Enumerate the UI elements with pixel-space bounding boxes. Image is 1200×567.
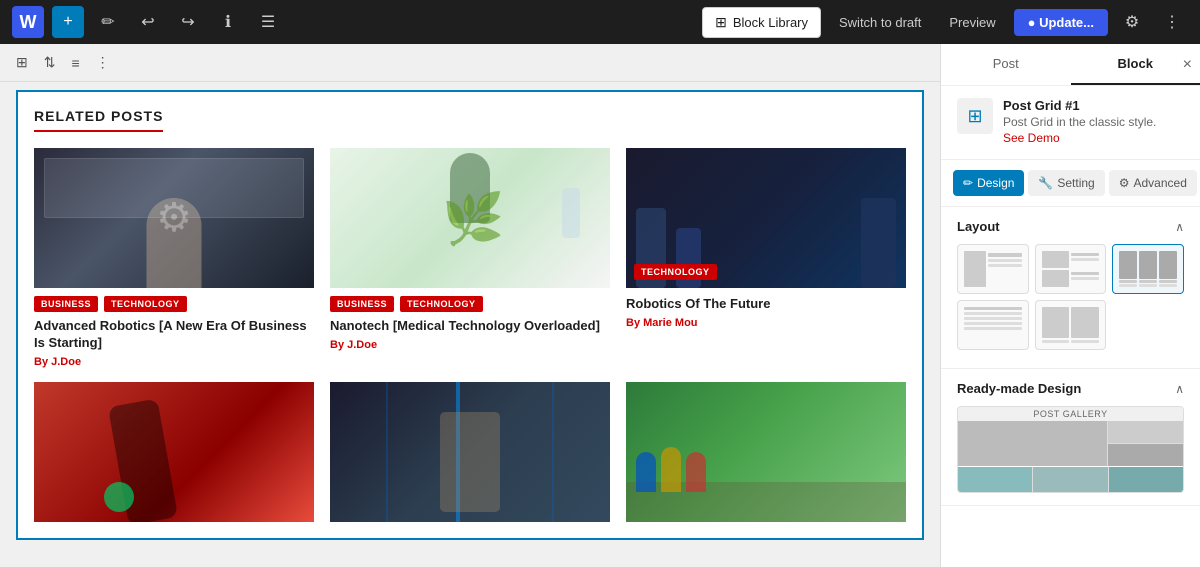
- post-author-1: By J.Doe: [34, 356, 314, 368]
- tag-technology-2[interactable]: TECHNOLOGY: [400, 296, 483, 312]
- post-card-1: BUSINESS TECHNOLOGY Advanced Robotics [A…: [34, 148, 314, 368]
- post-image-4: [34, 382, 314, 522]
- preview-button[interactable]: Preview: [939, 9, 1005, 36]
- post-grid-block: RELATED POSTS BUSINESS TECHNOLOGY Advanc…: [16, 90, 924, 540]
- editor-area: ⊞ ⇅ ≡ ⋮ RELATED POSTS BUSINESS: [0, 44, 940, 567]
- post-title-3: Robotics Of The Future: [626, 296, 906, 313]
- block-grid-icon-button[interactable]: ⊞: [12, 50, 32, 75]
- layout-title: Layout: [957, 219, 1000, 234]
- setting-icon: 🔧: [1038, 176, 1053, 190]
- post-grid-icon: ⊞: [967, 106, 982, 127]
- block-library-icon: ⊞: [715, 14, 727, 31]
- block-dots-button[interactable]: ⋮: [92, 50, 114, 75]
- see-demo-link[interactable]: See Demo: [1003, 131, 1060, 145]
- post-card-2: BUSINESS TECHNOLOGY Nanotech [Medical Te…: [330, 148, 610, 368]
- post-card-5: [330, 382, 610, 522]
- block-name: Post Grid #1: [1003, 98, 1156, 113]
- post-image-5: [330, 382, 610, 522]
- block-info-text: Post Grid #1 Post Grid in the classic st…: [1003, 98, 1156, 147]
- sidebar-close-button[interactable]: ×: [1183, 56, 1192, 74]
- ready-made-label: POST GALLERY: [958, 407, 1183, 421]
- layout-option-2[interactable]: [1035, 244, 1107, 294]
- tag-technology-1[interactable]: TECHNOLOGY: [104, 296, 187, 312]
- block-arrows-button[interactable]: ⇅: [40, 50, 60, 75]
- block-description: Post Grid in the classic style.: [1003, 115, 1156, 129]
- pen-button[interactable]: ✏: [92, 6, 124, 38]
- post-image-6: [626, 382, 906, 522]
- advanced-tab[interactable]: ⚙ Advanced: [1109, 170, 1197, 196]
- layout-options-row2: [957, 300, 1184, 350]
- layout-option-1[interactable]: [957, 244, 1029, 294]
- post-card-3: TECHNOLOGY Robotics Of The Future By Mar…: [626, 148, 906, 368]
- ready-made-chevron-icon: ∧: [1175, 382, 1184, 396]
- setting-tab[interactable]: 🔧 Setting: [1028, 170, 1104, 196]
- block-toolbar: ⊞ ⇅ ≡ ⋮: [0, 44, 940, 82]
- ready-made-header: Ready-made Design ∧: [957, 381, 1184, 396]
- design-tab[interactable]: ✏ Design: [953, 170, 1024, 196]
- ready-made-section: Ready-made Design ∧ POST GALLERY: [941, 369, 1200, 506]
- block-icon-wrapper: ⊞: [957, 98, 993, 134]
- switch-draft-button[interactable]: Switch to draft: [829, 9, 931, 36]
- post-tags-1: BUSINESS TECHNOLOGY: [34, 296, 314, 312]
- layout-option-3[interactable]: [1112, 244, 1184, 294]
- tag-business-2[interactable]: BUSINESS: [330, 296, 394, 312]
- main-toolbar: W + ✏ ↩ ↪ ℹ ☰ ⊞ Block Library Switch to …: [0, 0, 1200, 44]
- ready-made-title: Ready-made Design: [957, 381, 1081, 396]
- panel-tabs: ✏ Design 🔧 Setting ⚙ Advanced: [941, 160, 1200, 207]
- list-view-button[interactable]: ☰: [252, 6, 284, 38]
- layout-option-4[interactable]: [957, 300, 1029, 350]
- ready-made-preview[interactable]: POST GALLERY: [957, 406, 1184, 493]
- advanced-icon: ⚙: [1119, 176, 1130, 190]
- tag-business-1[interactable]: BUSINESS: [34, 296, 98, 312]
- layout-options-row1: [957, 244, 1184, 294]
- right-sidebar: Post Block × ⊞ Post Grid #1 Post Grid in…: [940, 44, 1200, 567]
- redo-button[interactable]: ↪: [172, 6, 204, 38]
- posts-grid-row2: [34, 382, 906, 522]
- section-title: RELATED POSTS: [34, 108, 163, 132]
- tag-overlay-3: TECHNOLOGY: [626, 256, 725, 288]
- block-hamburger-button[interactable]: ≡: [67, 51, 83, 75]
- add-block-button[interactable]: +: [52, 6, 84, 38]
- layout-option-5[interactable]: [1035, 300, 1107, 350]
- post-card-6: [626, 382, 906, 522]
- post-title-2: Nanotech [Medical Technology Overloaded]: [330, 318, 610, 335]
- more-options-button[interactable]: ⋮: [1156, 6, 1188, 38]
- tab-post[interactable]: Post: [941, 44, 1071, 85]
- posts-grid: BUSINESS TECHNOLOGY Advanced Robotics [A…: [34, 148, 906, 368]
- wp-logo[interactable]: W: [12, 6, 44, 38]
- post-image-3: TECHNOLOGY: [626, 148, 906, 288]
- block-library-button[interactable]: ⊞ Block Library: [702, 7, 821, 38]
- tag-technology-3[interactable]: TECHNOLOGY: [634, 264, 717, 280]
- design-icon: ✏: [963, 176, 973, 190]
- post-image-2: [330, 148, 610, 288]
- post-card-4: [34, 382, 314, 522]
- block-info: ⊞ Post Grid #1 Post Grid in the classic …: [941, 86, 1200, 160]
- info-button[interactable]: ℹ: [212, 6, 244, 38]
- undo-button[interactable]: ↩: [132, 6, 164, 38]
- layout-chevron-icon: ∧: [1175, 220, 1184, 234]
- tab-block[interactable]: Block: [1071, 44, 1200, 85]
- settings-gear-button[interactable]: ⚙: [1116, 6, 1148, 38]
- post-author-3: By Marie Mou: [626, 317, 906, 329]
- post-title-1: Advanced Robotics [A New Era Of Business…: [34, 318, 314, 352]
- post-image-1: [34, 148, 314, 288]
- update-button[interactable]: ● Update...: [1014, 9, 1108, 36]
- layout-section-header: Layout ∧: [957, 219, 1184, 234]
- post-tags-2: BUSINESS TECHNOLOGY: [330, 296, 610, 312]
- sidebar-tabs: Post Block ×: [941, 44, 1200, 86]
- layout-section: Layout ∧: [941, 207, 1200, 369]
- content-area: ⊞ ⇅ ≡ ⋮ RELATED POSTS BUSINESS: [0, 44, 1200, 567]
- post-author-2: By J.Doe: [330, 339, 610, 351]
